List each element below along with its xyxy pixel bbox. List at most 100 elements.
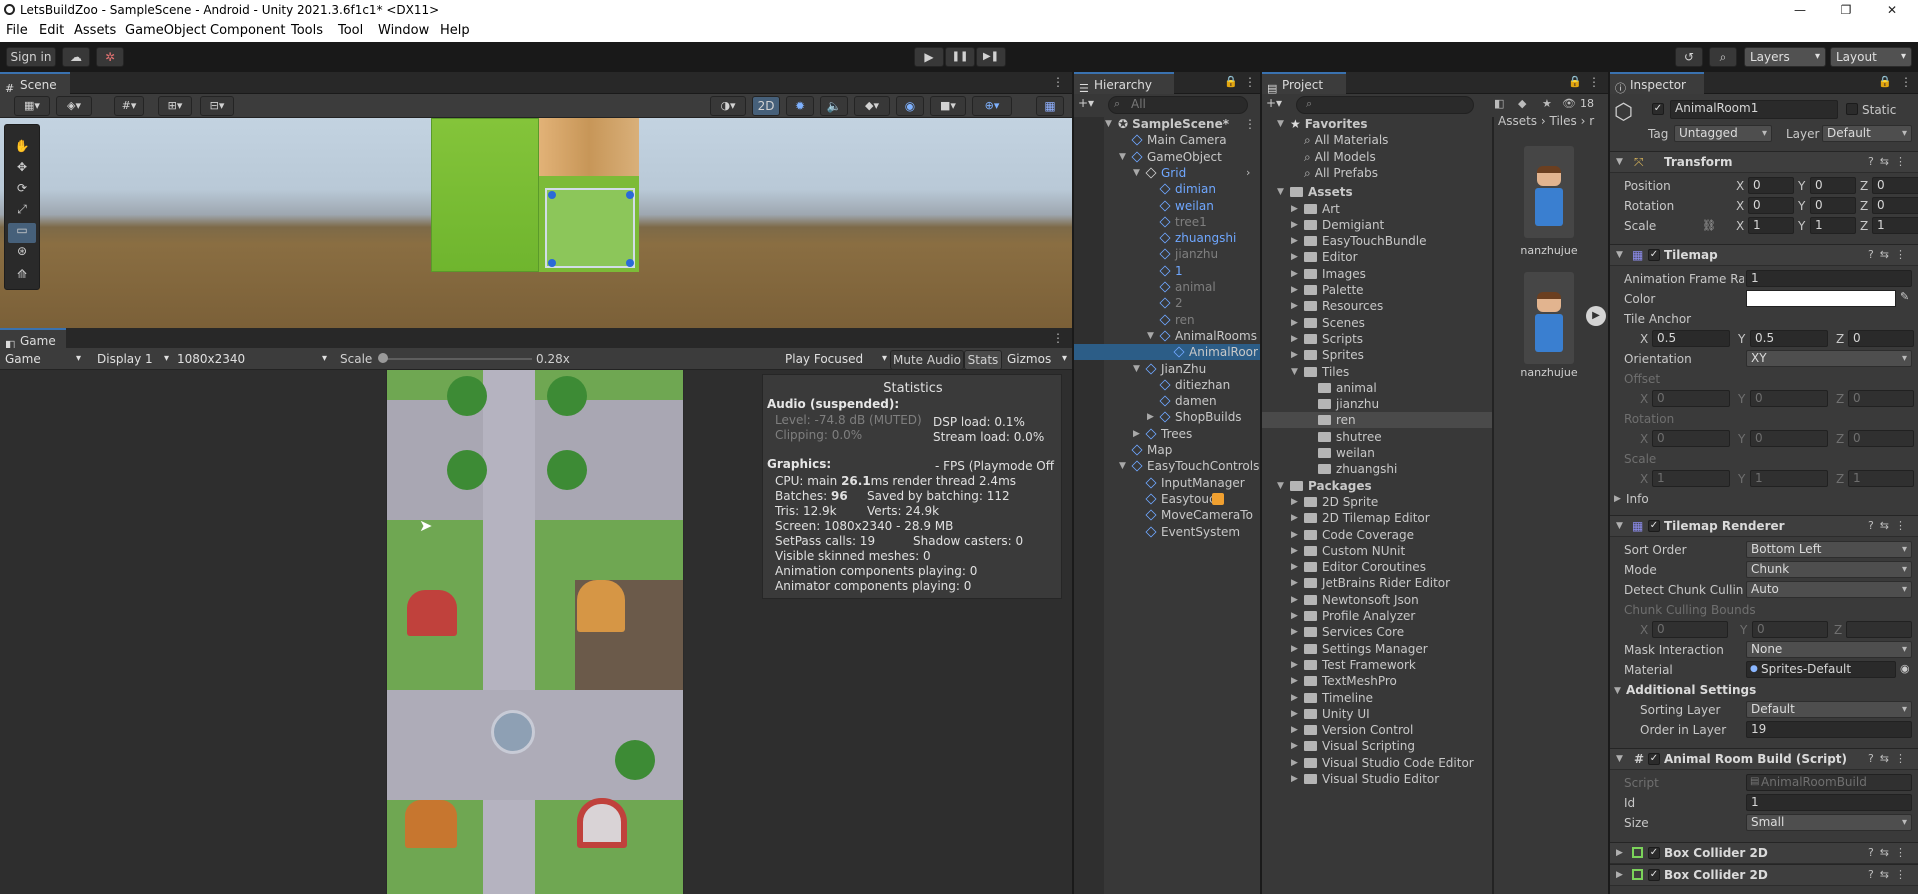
hierarchy-item[interactable]: animal	[1159, 279, 1216, 295]
sorting-layer-dropdown[interactable]: Default	[1746, 701, 1912, 718]
search-icon[interactable]: ⌕	[1709, 47, 1737, 67]
renderer-enabled-checkbox[interactable]: ✓	[1648, 520, 1660, 532]
transform-rot-z-field[interactable]: 0	[1872, 197, 1918, 214]
filter-label-icon[interactable]: ◆	[1518, 97, 1526, 110]
scene-viewport[interactable]	[0, 118, 1072, 328]
scale-tool-icon[interactable]: ⤢	[8, 202, 36, 222]
game-view-dropdown[interactable]: Game	[0, 350, 86, 370]
project-item[interactable]: Services Core	[1304, 624, 1404, 640]
foldout-arrow-icon[interactable]: ▼	[1147, 331, 1154, 341]
foldout-arrow-icon[interactable]: ▶	[1291, 562, 1298, 572]
project-item[interactable]: ⌕ All Prefabs	[1304, 165, 1378, 181]
hierarchy-item[interactable]: EventSystem	[1145, 524, 1240, 540]
project-item[interactable]: ⌕ All Models	[1304, 149, 1376, 165]
foldout-arrow-icon[interactable]: ▶	[1291, 693, 1298, 703]
project-item[interactable]: TextMeshPro	[1304, 673, 1397, 689]
hierarchy-search-input[interactable]: All	[1108, 96, 1248, 114]
menu-edit[interactable]: Edit	[39, 23, 64, 38]
foldout-arrow-icon[interactable]: ▼	[1277, 187, 1284, 197]
hierarchy-item[interactable]: ShopBuilds	[1159, 409, 1242, 425]
hierarchy-item[interactable]: tree1	[1159, 214, 1207, 230]
project-item[interactable]: Unity UI	[1304, 706, 1370, 722]
constrain-proportions-icon[interactable]: ⛓	[1702, 219, 1716, 232]
component-actions[interactable]: ?⇆⋮	[1868, 868, 1912, 881]
transform-scl-y-field[interactable]: 1	[1810, 217, 1856, 234]
hierarchy-item[interactable]: 2	[1159, 295, 1183, 311]
foldout-arrow-icon[interactable]: ▼	[1105, 119, 1112, 129]
tilemap-header[interactable]: ▼ ▦ ✓ Tilemap ?⇆⋮	[1610, 244, 1918, 266]
draw-mode-dropdown[interactable]: ▦▾	[14, 96, 50, 116]
tilemap-anchor-x-field[interactable]: 0.5	[1652, 330, 1730, 347]
transform-scl-z-field[interactable]: 1	[1872, 217, 1918, 234]
project-item[interactable]: Images	[1304, 266, 1366, 282]
hierarchy-add-button[interactable]: +▾	[1078, 96, 1104, 114]
hierarchy-item[interactable]: JianZhu	[1145, 361, 1206, 377]
collider-enabled-checkbox[interactable]: ✓	[1648, 869, 1660, 881]
game-menu-icon[interactable]: ⋮	[1052, 331, 1064, 345]
custom-tool-icon[interactable]: ⟰	[8, 267, 36, 287]
collab-icon[interactable]: ✲	[96, 47, 124, 67]
layer-dropdown[interactable]: Default	[1822, 125, 1912, 142]
overlay-menu-icon[interactable]: ▦	[1036, 96, 1064, 116]
project-search-input[interactable]	[1296, 96, 1474, 114]
orientation-dropdown[interactable]: XY	[1746, 350, 1912, 367]
hierarchy-item[interactable]: ✪ SampleScene*	[1118, 116, 1229, 132]
tab-inspector[interactable]: ⓘ Inspector	[1610, 72, 1704, 95]
foldout-arrow-icon[interactable]: ▶	[1291, 220, 1298, 230]
stats-button[interactable]: Stats	[964, 350, 1002, 370]
project-item[interactable]: Timeline	[1304, 690, 1373, 706]
asset-thumbnail[interactable]	[1524, 272, 1574, 364]
tag-dropdown[interactable]: Untagged	[1674, 125, 1772, 142]
foldout-arrow-icon[interactable]: ▶	[1291, 725, 1298, 735]
project-item[interactable]: Version Control	[1304, 722, 1413, 738]
hierarchy-item[interactable]: Trees	[1145, 426, 1192, 442]
foldout-arrow-icon[interactable]: ▶	[1147, 412, 1154, 422]
camera-icon[interactable]: ■▾	[930, 96, 966, 116]
project-item[interactable]: Resources	[1304, 298, 1383, 314]
project-item[interactable]: jianzhu	[1318, 396, 1379, 412]
foldout-arrow-icon[interactable]: ▼	[1277, 481, 1284, 491]
gizmos-dropdown[interactable]: Gizmos	[1002, 350, 1072, 370]
hierarchy-item[interactable]: AnimalRoor	[1173, 344, 1258, 360]
mute-audio-button[interactable]: Mute Audio	[890, 350, 964, 370]
play-preview-icon[interactable]: ▶	[1586, 306, 1606, 326]
lighting-icon[interactable]: ✹	[786, 96, 814, 116]
project-item[interactable]: Editor Coroutines	[1304, 559, 1426, 575]
hidden-packages-icon[interactable]: 👁	[1562, 97, 1576, 110]
filter-type-icon[interactable]: ◧	[1494, 97, 1504, 110]
maximize-button[interactable]: ❐	[1826, 0, 1866, 20]
hierarchy-item[interactable]: dimian	[1159, 181, 1216, 197]
project-menu-icon[interactable]: ⋮	[1588, 75, 1600, 89]
rect-tool-icon[interactable]: ▭	[8, 223, 36, 243]
close-button[interactable]: ✕	[1872, 0, 1912, 20]
project-item[interactable]: shutree	[1318, 429, 1382, 445]
foldout-arrow-icon[interactable]: ▶	[1291, 611, 1298, 621]
breadcrumb-current[interactable]: r	[1589, 114, 1594, 128]
hierarchy-item[interactable]: Grid	[1145, 165, 1186, 181]
foldout-arrow-icon[interactable]: ▼	[1119, 152, 1126, 162]
info-foldout[interactable]: Info	[1626, 491, 1649, 507]
project-item[interactable]: Demigiant	[1304, 217, 1384, 233]
transform-scl-x-field[interactable]: 1	[1748, 217, 1794, 234]
project-item[interactable]: Tiles	[1304, 364, 1349, 380]
scene-menu-icon[interactable]: ⋮	[1244, 117, 1256, 131]
menu-tools[interactable]: Tools	[291, 23, 323, 38]
foldout-arrow-icon[interactable]: ▶	[1291, 204, 1298, 214]
project-item[interactable]: Visual Studio Code Editor	[1304, 755, 1474, 771]
project-item[interactable]: ★ Favorites	[1290, 116, 1367, 132]
foldout-arrow-icon[interactable]: ▶	[1291, 644, 1298, 654]
menu-help[interactable]: Help	[440, 23, 470, 38]
hierarchy-item[interactable]: EasyTouchControls	[1131, 458, 1259, 474]
foldout-arrow-icon[interactable]: ▶	[1291, 660, 1298, 670]
gizmos-scene-icon[interactable]: ⊕▾	[972, 96, 1012, 116]
project-item[interactable]: Scenes	[1304, 315, 1365, 331]
foldout-arrow-icon[interactable]: ▶	[1291, 676, 1298, 686]
foldout-arrow-icon[interactable]: ▶	[1291, 546, 1298, 556]
hierarchy-item[interactable]: AnimalRooms	[1159, 328, 1257, 344]
step-button[interactable]: ▶❚	[976, 47, 1006, 67]
tilemap-enabled-checkbox[interactable]: ✓	[1648, 249, 1660, 261]
foldout-arrow-icon[interactable]: ▶	[1291, 301, 1298, 311]
hierarchy-item[interactable]: Main Camera	[1131, 132, 1227, 148]
project-item[interactable]: Editor	[1304, 249, 1358, 265]
active-checkbox[interactable]: ✓	[1652, 103, 1664, 115]
